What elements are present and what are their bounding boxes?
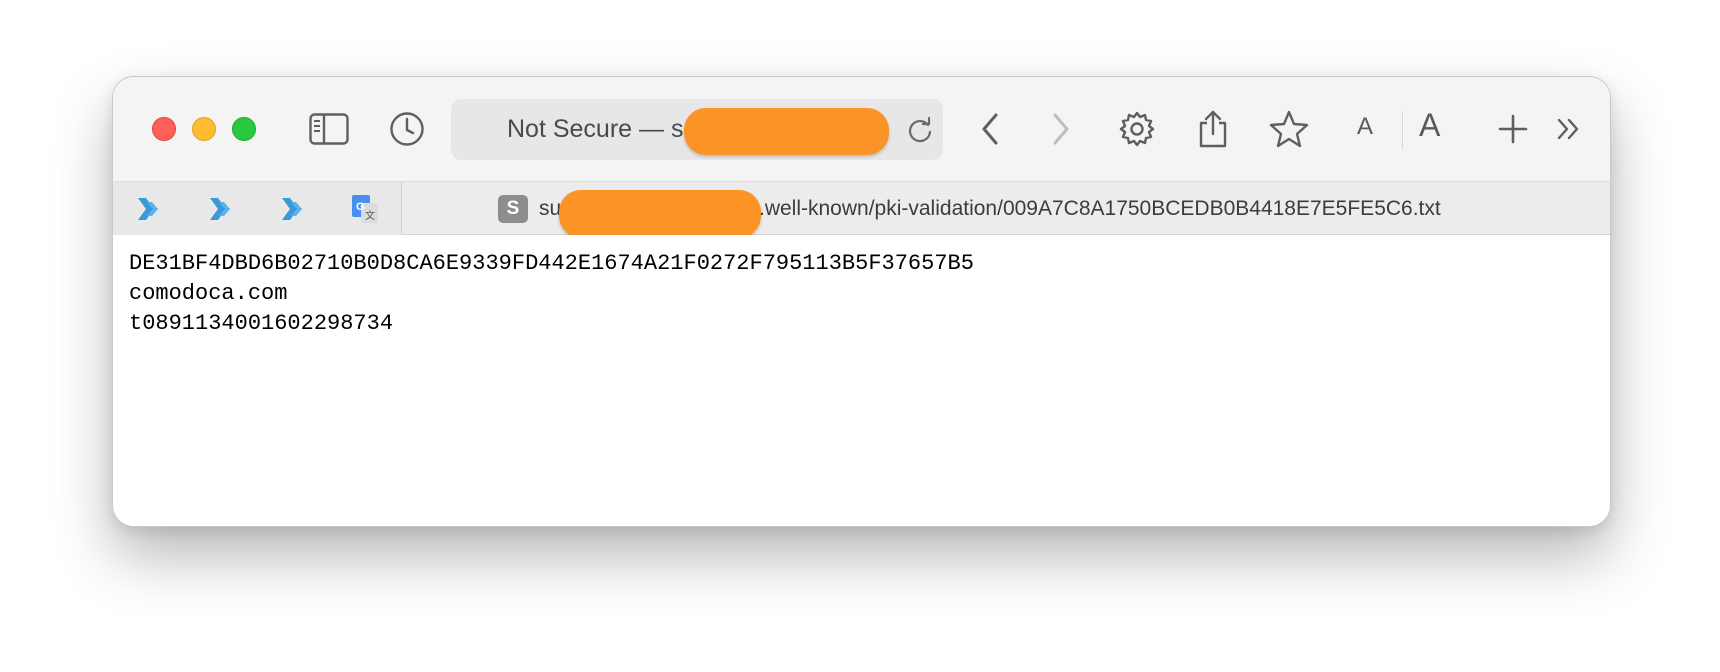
svg-text:文: 文 <box>365 209 375 222</box>
tab-title[interactable]: su <box>539 182 561 235</box>
text-line: t0891134001602298734 <box>129 311 394 336</box>
chevron-left-icon[interactable] <box>969 107 1013 151</box>
increase-font-button[interactable]: A <box>1419 107 1440 144</box>
address-text: Not Secure — s <box>507 115 684 143</box>
decrease-font-button[interactable]: A <box>1357 113 1373 141</box>
tab-bar: G文 S su .well-known/pki-validation/009A7… <box>113 181 1610 238</box>
svg-text:G: G <box>356 201 365 213</box>
reload-icon[interactable] <box>906 116 934 144</box>
text-line: comodoca.com <box>129 281 288 306</box>
close-button[interactable] <box>152 117 176 141</box>
share-icon[interactable] <box>1191 107 1235 151</box>
sidebar-icon[interactable] <box>307 107 351 151</box>
text-body: DE31BF4DBD6B02710B0D8CA6E9339FD442E1674A… <box>129 249 974 339</box>
redaction-mark <box>559 190 761 238</box>
minimize-button[interactable] <box>192 117 216 141</box>
redaction-mark <box>684 108 889 155</box>
clock-icon[interactable] <box>385 107 429 151</box>
extension-arrow-2-icon[interactable] <box>185 182 258 235</box>
address-bar[interactable]: Not Secure — s <box>451 99 943 160</box>
chevron-right-icon[interactable] <box>1038 107 1082 151</box>
plus-icon[interactable] <box>1491 107 1535 151</box>
divider <box>1402 111 1403 149</box>
page-content: DE31BF4DBD6B02710B0D8CA6E9339FD442E1674A… <box>113 235 1610 526</box>
browser-window: Not Secure — s A A G 文 S su .well-known/… <box>112 76 1611 527</box>
gear-icon[interactable] <box>1115 107 1159 151</box>
star-icon[interactable] <box>1267 107 1311 151</box>
tab-title-path[interactable]: .well-known/pki-validation/009A7C8A1750B… <box>759 182 1441 235</box>
maximize-button[interactable] <box>232 117 256 141</box>
text-line: DE31BF4DBD6B02710B0D8CA6E9339FD442E1674A… <box>129 251 974 276</box>
extension-arrow-1-icon[interactable] <box>113 182 186 235</box>
extension-arrow-3-icon[interactable] <box>257 182 330 235</box>
tab-favicon: S <box>498 195 528 223</box>
google-translate-icon[interactable]: G文 <box>329 182 402 235</box>
toolbar: Not Secure — s A A <box>113 77 1610 181</box>
double-chevron-right-icon[interactable] <box>1547 107 1591 151</box>
